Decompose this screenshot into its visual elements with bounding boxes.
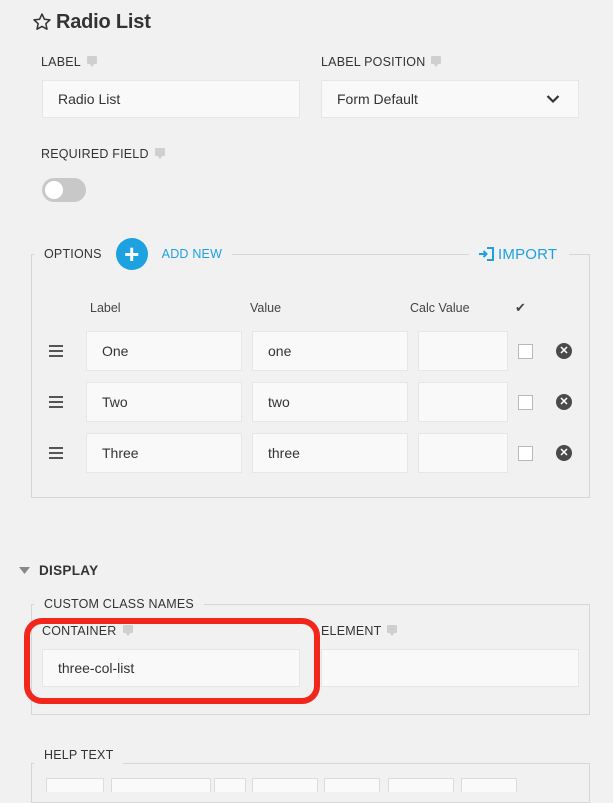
star-icon[interactable] <box>32 12 52 32</box>
option-checkbox[interactable] <box>518 395 533 410</box>
option-label-input[interactable]: Two <box>86 382 242 422</box>
align-button[interactable] <box>324 778 380 792</box>
options-legend: OPTIONS + ADD NEW <box>34 238 233 270</box>
col-header-calc-value: Calc Value <box>410 301 470 315</box>
page-title: Radio List <box>32 9 151 35</box>
remove-option-icon[interactable]: ✕ <box>556 394 572 410</box>
element-class-input[interactable] <box>321 649 579 687</box>
paragraph-format-button[interactable] <box>46 778 104 792</box>
link-buttons[interactable] <box>388 778 454 792</box>
display-heading: DISPLAY <box>39 563 99 578</box>
drag-handle-icon[interactable] <box>49 396 63 408</box>
label-input[interactable]: Radio List <box>42 80 300 118</box>
highlight-annotation <box>24 618 320 704</box>
remove-option-icon[interactable]: ✕ <box>556 343 572 359</box>
help-bubble-icon[interactable] <box>86 56 97 68</box>
option-value-input[interactable]: three <box>252 433 408 473</box>
chevron-down-icon <box>546 95 560 104</box>
option-checkbox[interactable] <box>518 446 533 461</box>
options-caption: OPTIONS <box>44 247 102 261</box>
help-bubble-icon[interactable] <box>387 625 398 637</box>
col-header-label: Label <box>90 301 121 315</box>
help-text-caption: HELP TEXT <box>44 748 114 762</box>
add-new-plus-icon[interactable]: + <box>115 238 148 270</box>
list-buttons[interactable] <box>252 778 318 792</box>
clear-format-button[interactable] <box>214 778 246 792</box>
help-text-legend: HELP TEXT <box>34 746 124 764</box>
title-text: Radio List <box>56 10 151 33</box>
required-caption: REQUIRED FIELD <box>41 147 165 161</box>
col-header-check: ✔ <box>515 300 526 315</box>
option-label-input[interactable]: Three <box>86 433 242 473</box>
label-caption: LABEL <box>41 55 97 69</box>
import-link[interactable]: IMPORT <box>469 244 570 264</box>
option-value-input[interactable]: two <box>252 382 408 422</box>
drag-handle-icon[interactable] <box>49 447 63 459</box>
caret-down-icon <box>19 566 30 574</box>
custom-class-legend: CUSTOM CLASS NAMES <box>34 595 204 613</box>
option-calc-input[interactable] <box>418 433 508 473</box>
drag-handle-icon[interactable] <box>49 345 63 357</box>
label-position-caption: LABEL POSITION <box>321 55 442 69</box>
element-caption: ELEMENT <box>321 624 398 638</box>
required-toggle[interactable] <box>42 178 86 202</box>
option-label-input[interactable]: One <box>86 331 242 371</box>
custom-class-caption: CUSTOM CLASS NAMES <box>44 597 194 611</box>
option-calc-input[interactable] <box>418 331 508 371</box>
col-header-value: Value <box>250 301 282 315</box>
help-bubble-icon[interactable] <box>431 56 442 68</box>
option-value-input[interactable]: one <box>252 331 408 371</box>
option-checkbox[interactable] <box>518 344 533 359</box>
add-new-link[interactable]: ADD NEW <box>162 247 222 261</box>
media-button[interactable] <box>461 778 517 792</box>
import-icon <box>479 247 494 261</box>
option-calc-input[interactable] <box>418 382 508 422</box>
help-bubble-icon[interactable] <box>154 148 165 160</box>
display-section-toggle[interactable]: DISPLAY <box>19 563 98 578</box>
label-position-select[interactable]: Form Default <box>321 80 579 118</box>
text-style-buttons[interactable] <box>111 778 211 792</box>
remove-option-icon[interactable]: ✕ <box>556 445 572 461</box>
